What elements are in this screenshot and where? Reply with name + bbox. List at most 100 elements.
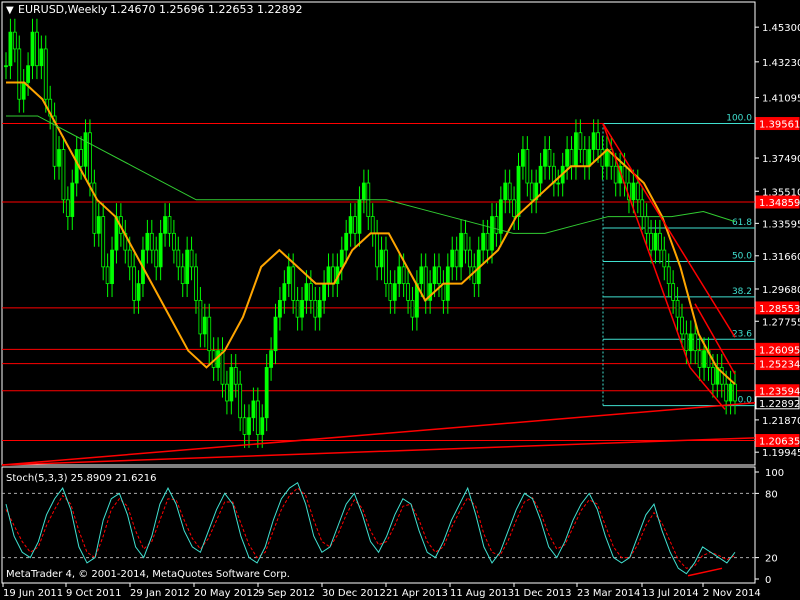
candle-body (295, 299, 300, 318)
candle-body (30, 31, 35, 67)
price-labels: 1.39561 1.34859 1.28553 1.26095 1.25234 1.235… (755, 117, 800, 448)
candle-body (370, 216, 375, 234)
candle-body (503, 182, 508, 201)
candle-body (35, 31, 39, 67)
candle-body (61, 149, 66, 201)
candle-body (574, 132, 578, 167)
x-tick-label: 13 Jul 2014 (642, 588, 699, 599)
candle-body (189, 249, 194, 268)
candle-body (4, 65, 8, 68)
x-tick-label: 20 May 2012 (194, 588, 259, 599)
candle-body (547, 149, 552, 167)
ohlc-values: 1.24670 1.25696 1.22653 1.22892 (110, 3, 302, 16)
menu-arrow-icon[interactable]: ▼ (6, 5, 14, 16)
y-tick-label: 1.31660 (762, 252, 800, 263)
candle-body (666, 266, 671, 285)
candle-body (278, 299, 282, 318)
candle-body (693, 333, 698, 352)
candle-body (291, 266, 296, 301)
candle-body (247, 417, 251, 435)
candle-body (507, 182, 512, 201)
candle-body (339, 249, 344, 268)
candle-body (733, 383, 737, 402)
candle-body (331, 266, 335, 285)
candle-body (675, 299, 680, 318)
stoch-signal-line (5, 487, 736, 569)
candle-body (538, 165, 543, 184)
candle-body (242, 417, 247, 435)
x-tick-label: 1 Dec 2013 (514, 588, 572, 599)
candle-body (233, 367, 238, 385)
candle-body (657, 232, 662, 251)
candle-body (74, 149, 79, 184)
candle-body (556, 182, 561, 185)
candle-body (392, 283, 397, 301)
candle-body (525, 149, 530, 184)
candle-body (653, 232, 658, 251)
candle-body (326, 266, 331, 285)
candle-body (432, 266, 437, 285)
candle-body (70, 182, 75, 217)
stoch-tick-label: 0 (765, 575, 771, 586)
price-label: 1.23594 (759, 387, 800, 398)
stoch-tick-label: 100 (765, 468, 784, 479)
candle-body (521, 149, 525, 167)
x-tick-label: 30 Dec 2012 (322, 588, 386, 599)
candle-body (596, 132, 600, 150)
candle-body (361, 182, 366, 201)
price-label: 1.39561 (759, 120, 800, 131)
y-tick-label: 1.43230 (762, 58, 800, 69)
candle-body (375, 232, 380, 268)
candle-body (437, 266, 441, 285)
candle-body (728, 383, 733, 402)
candle-body (207, 316, 212, 352)
candle-body (282, 283, 287, 301)
x-tick-label: 11 Aug 2013 (450, 588, 514, 599)
candle-body (459, 232, 463, 268)
candle-body (397, 266, 402, 285)
candle-body (167, 216, 172, 234)
candle-body (101, 216, 106, 268)
fib-level-label: 100.0 (726, 114, 752, 124)
candle-body (79, 149, 84, 167)
fibonacci-retracement: 100.061.850.038.223.60.0 (602, 114, 755, 407)
x-tick-label: 23 Mar 2014 (577, 588, 640, 599)
candle-body (127, 249, 132, 268)
candle-body (105, 266, 110, 285)
candle-body (485, 232, 490, 251)
candle-body (220, 350, 225, 385)
y-tick-label: 1.37490 (762, 154, 800, 165)
candle-body (132, 266, 137, 301)
candle-body (171, 232, 176, 251)
candle-body (724, 383, 729, 402)
candle-body (441, 283, 446, 301)
candle-body (591, 132, 596, 150)
x-tick-label: 19 Jun 2011 (3, 588, 63, 599)
candle-body (450, 249, 455, 268)
candle-body (154, 249, 159, 268)
candle-body (92, 182, 97, 234)
candle-body (516, 165, 521, 217)
candle-body (57, 149, 61, 167)
y-tick-label: 1.27755 (762, 317, 800, 328)
candle-body (635, 182, 640, 201)
candle-body (286, 266, 291, 285)
candle-body (251, 400, 256, 419)
trendline (689, 366, 726, 410)
candle-body (512, 199, 516, 217)
candle-body (680, 316, 684, 335)
x-tick-label: 21 Apr 2013 (386, 588, 448, 599)
candle-body (136, 283, 141, 301)
candle-body (194, 266, 198, 301)
candle-body (176, 249, 181, 268)
chart-window: ▼ EURUSD,Weekly 1.24670 1.25696 1.22653 … (1, 1, 800, 599)
candle-body (401, 266, 406, 285)
candle-body (17, 48, 22, 100)
candle-body (569, 149, 574, 167)
stoch-title: Stoch(5,3,3) 25.8909 21.6216 (6, 473, 157, 484)
candle-body (202, 316, 207, 335)
fib-level-label: 61.8 (732, 218, 752, 228)
candle-body (260, 417, 265, 435)
candle-body (88, 132, 92, 184)
fib-level-label: 50.0 (732, 251, 752, 261)
